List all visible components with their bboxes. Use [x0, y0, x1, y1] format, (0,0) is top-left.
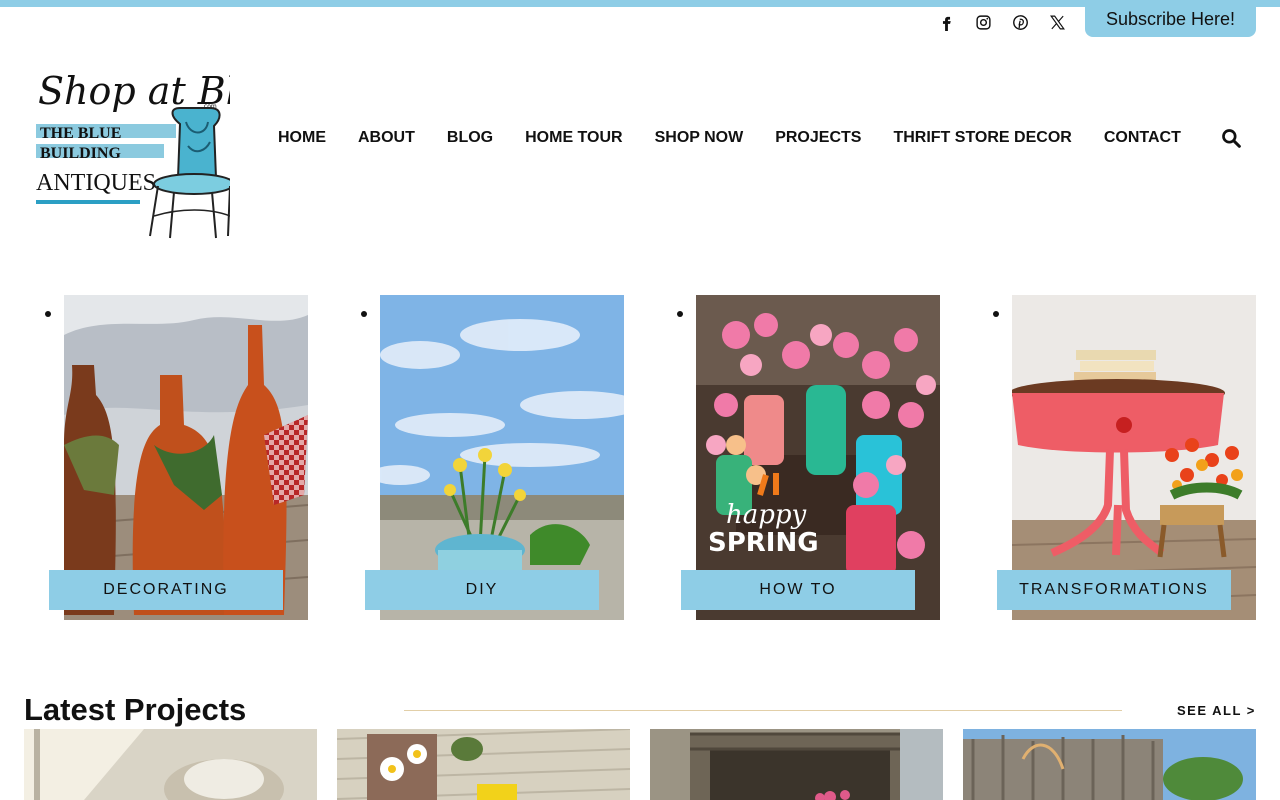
category-label-diy[interactable]: DIY	[365, 570, 599, 610]
list-bullet	[45, 311, 51, 317]
subscribe-button[interactable]: Subscribe Here!	[1085, 0, 1256, 37]
x-icon[interactable]	[1047, 12, 1067, 32]
nav-thrift-store-decor[interactable]: THRIFT STORE DECOR	[893, 129, 1071, 147]
list-bullet	[677, 311, 683, 317]
project-thumbnail[interactable]	[24, 729, 317, 800]
nav-home-tour[interactable]: HOME TOUR	[525, 129, 622, 147]
logo-line-2: THE BLUE	[40, 125, 121, 142]
category-label-transformations[interactable]: TRANSFORMATIONS	[997, 570, 1231, 610]
project-thumbnail[interactable]	[650, 729, 943, 800]
site-logo[interactable]: Shop at Blu .com THE BLUE BUILDING ANTIQ…	[30, 46, 262, 242]
nav-blog[interactable]: BLOG	[447, 129, 493, 147]
section-divider	[404, 710, 1122, 711]
latest-projects-heading: Latest Projects	[24, 692, 247, 727]
logo-line-4: ANTIQUES	[36, 170, 156, 196]
logo-line-3: BUILDING	[40, 145, 121, 162]
project-thumbnail[interactable]	[337, 729, 630, 800]
pinterest-icon[interactable]	[1010, 12, 1030, 32]
see-all-link[interactable]: SEE ALL >	[1177, 703, 1256, 718]
project-thumbnail[interactable]	[963, 729, 1256, 800]
list-bullet	[361, 311, 367, 317]
svg-text:happy: happy	[726, 500, 807, 530]
nav-shop-now[interactable]: SHOP NOW	[655, 129, 744, 147]
list-bullet	[993, 311, 999, 317]
facebook-icon[interactable]	[936, 12, 956, 32]
main-navigation: HOME ABOUT BLOG HOME TOUR SHOP NOW PROJE…	[278, 129, 1181, 147]
instagram-icon[interactable]	[973, 12, 993, 32]
nav-home[interactable]: HOME	[278, 129, 326, 147]
nav-projects[interactable]: PROJECTS	[775, 129, 861, 147]
nav-contact[interactable]: CONTACT	[1104, 129, 1181, 147]
category-list: DECORATING DIY happy SPRING HOW TO TRANS…	[0, 295, 1280, 625]
nav-about[interactable]: ABOUT	[358, 129, 415, 147]
category-label-how-to[interactable]: HOW TO	[681, 570, 915, 610]
social-links	[936, 12, 1067, 32]
category-label-decorating[interactable]: DECORATING	[49, 570, 283, 610]
svg-text:SPRING: SPRING	[708, 528, 819, 558]
search-icon[interactable]	[1221, 128, 1241, 148]
